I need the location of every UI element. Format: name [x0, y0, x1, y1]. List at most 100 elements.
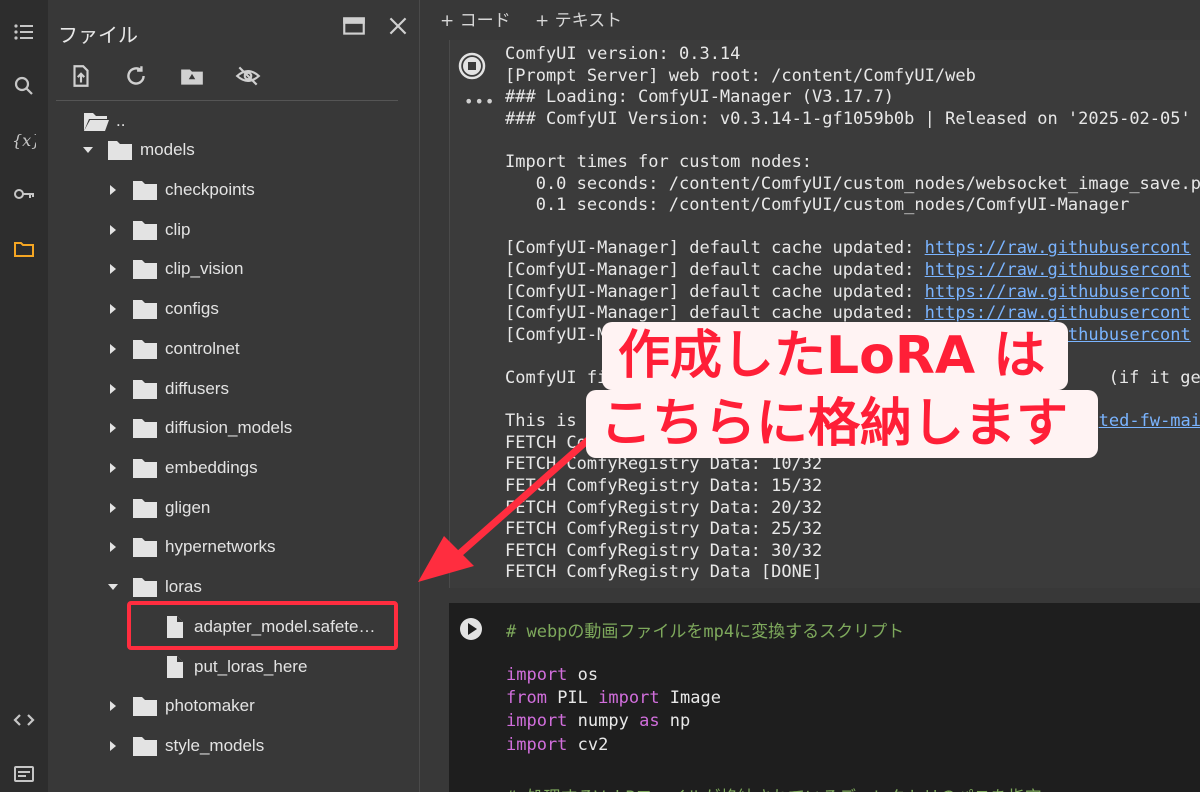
- hide-files-icon[interactable]: [232, 60, 264, 92]
- refresh-icon[interactable]: [120, 60, 152, 92]
- caret-right-icon[interactable]: [105, 698, 121, 714]
- output-line: FETCH Co: [505, 433, 587, 453]
- output-text: [ComfyUI-Manager] default cache updated:: [505, 303, 925, 324]
- activity-rail: {x}: [0, 0, 48, 792]
- stop-icon[interactable]: [457, 51, 487, 81]
- tree-item-label: ..: [116, 111, 126, 130]
- panel-title: ファイル: [58, 23, 138, 47]
- output-line: FETCH ComfyRegistry Data [DONE]: [505, 562, 822, 582]
- tree-item-parent[interactable]: ..: [82, 105, 125, 137]
- output-text: [ComfyUI-Manager] default cache updated:: [505, 238, 925, 259]
- output-line: ComfyUI version: 0.3.14: [505, 44, 740, 64]
- add-text-button[interactable]: + テキスト: [535, 6, 622, 31]
- add-code-button[interactable]: + コード: [440, 6, 511, 31]
- output-text: 0.1 seconds: /content/ComfyUI/custom_nod…: [505, 195, 1130, 216]
- output-link[interactable]: https://raw.githubusercont: [925, 303, 1191, 323]
- tree-item-put-loras-here[interactable]: put_loras_here: [160, 651, 307, 683]
- code-text: cv2: [567, 735, 609, 755]
- caret-right-icon[interactable]: [105, 738, 121, 754]
- tree-item-label: clip_vision: [165, 259, 244, 279]
- command-palette-icon[interactable]: [8, 758, 40, 790]
- tree-item-photomaker[interactable]: photomaker: [105, 690, 255, 722]
- code-line: from PIL import Image: [506, 688, 721, 708]
- output-line: FETCH ComfyRegistry Data: 15/32: [505, 476, 822, 496]
- output-link[interactable]: https://raw.githubusercont: [925, 238, 1191, 258]
- folder-icon: [131, 257, 159, 281]
- keyword: import: [506, 665, 568, 685]
- tree-item-clip[interactable]: clip: [105, 214, 191, 246]
- upload-icon[interactable]: [65, 60, 97, 92]
- variables-icon[interactable]: {x}: [8, 124, 40, 156]
- caret-down-icon[interactable]: [80, 142, 96, 158]
- output-link[interactable]: https://raw.githubusercont: [925, 260, 1191, 280]
- keyword: from: [506, 688, 547, 708]
- caret-right-icon[interactable]: [105, 301, 121, 317]
- output-text: [Prompt Server] web root: /content/Comfy…: [505, 65, 976, 86]
- output-text: FETCH Co: [505, 432, 587, 453]
- toc-icon[interactable]: [8, 16, 40, 48]
- tree-item-hypernetworks[interactable]: hypernetworks: [105, 531, 276, 563]
- caret-right-icon[interactable]: [105, 500, 121, 516]
- output-text: [ComfyUI-Manager] default cache updated:: [505, 281, 925, 302]
- tree-item-controlnet[interactable]: controlnet: [105, 333, 240, 365]
- code-snippets-icon[interactable]: [8, 704, 40, 736]
- folder-icon: [131, 694, 159, 718]
- caret-right-icon[interactable]: [105, 381, 121, 397]
- code-text: PIL: [546, 688, 599, 708]
- tree-item-label: diffusers: [165, 378, 229, 398]
- tree-item-diffusion-models[interactable]: diffusion_models: [105, 412, 292, 444]
- output-text: Import times for custom nodes:: [505, 152, 813, 172]
- search-icon[interactable]: [8, 70, 40, 102]
- output-line: FETCH ComfyRegistry Data: 25/32: [505, 519, 822, 539]
- code-cell[interactable]: # webpの動画ファイルをmp4に変換するスクリプト import os fr…: [449, 603, 1200, 792]
- caret-right-icon[interactable]: [105, 182, 121, 198]
- open-in-window-icon[interactable]: [338, 10, 370, 42]
- tree-item-models[interactable]: models: [80, 134, 195, 166]
- caret-right-icon[interactable]: [105, 420, 121, 436]
- output-line: [ComfyUI-Manager] default cache updated:…: [505, 303, 1191, 323]
- tree-item-configs[interactable]: configs: [105, 293, 219, 325]
- caret-right-icon[interactable]: [105, 341, 121, 357]
- mount-drive-icon[interactable]: [176, 60, 208, 92]
- tree-item-style-models[interactable]: style_models: [105, 730, 264, 762]
- tree-item-checkpoints[interactable]: checkpoints: [105, 174, 255, 206]
- folder-icon[interactable]: [8, 233, 40, 265]
- run-icon[interactable]: [459, 617, 483, 641]
- key-icon[interactable]: [8, 178, 40, 210]
- caret-right-icon[interactable]: [105, 460, 121, 476]
- output-text: ### ComfyUI Version: v0.3.14-1-gf1059b0b…: [505, 108, 1191, 129]
- folder-icon: [131, 337, 159, 361]
- tree-item-gligen[interactable]: gligen: [105, 492, 210, 524]
- folder-icon: [131, 575, 159, 599]
- close-icon[interactable]: [382, 10, 414, 42]
- more-options-icon[interactable]: •••: [464, 92, 495, 111]
- caret-right-icon[interactable]: [105, 261, 121, 277]
- output-text: FETCH ComfyRegistry Data: 25/32: [505, 519, 823, 540]
- output-text: 0.0 seconds: /content/ComfyUI/custom_nod…: [505, 173, 1200, 194]
- output-link[interactable]: ted-fw-mai: [1099, 411, 1200, 431]
- caret-down-icon[interactable]: [105, 579, 121, 595]
- caret-right-icon[interactable]: [105, 539, 121, 555]
- svg-text:{x}: {x}: [12, 131, 36, 150]
- file-icon: [160, 655, 188, 679]
- tree-item-diffusers[interactable]: diffusers: [105, 373, 229, 405]
- caret-right-icon[interactable]: [105, 222, 121, 238]
- code-text: numpy: [567, 711, 640, 731]
- folder-icon: [131, 496, 159, 520]
- tree-item-embeddings[interactable]: embeddings: [105, 452, 258, 484]
- output-text: FETCH ComfyRegistry Data: 30/32: [505, 540, 823, 561]
- tree-item-label: loras: [165, 577, 202, 596]
- folder-icon: [131, 297, 159, 321]
- output-link[interactable]: https://raw.githubusercont: [925, 282, 1191, 302]
- output-line: FETCH ComfyRegistry Data: 30/32: [505, 541, 822, 561]
- tree-item-label: style_models: [165, 736, 265, 755]
- output-line: ### ComfyUI Version: v0.3.14-1-gf1059b0b…: [505, 109, 1191, 129]
- output-line: ### Loading: ComfyUI-Manager (V3.17.7): [505, 87, 894, 107]
- output-line: FETCH ComfyRegistry Data: 20/32: [505, 498, 822, 518]
- folder-icon: [131, 535, 159, 559]
- tree-item-label: diffusion_models: [165, 418, 293, 438]
- folder-open-icon: [82, 109, 110, 133]
- tree-item-loras[interactable]: loras: [105, 571, 202, 603]
- code-comment: # 処理するWebPファイルが格納されているディレクトリのパスを指定: [506, 783, 1042, 792]
- tree-item-clip-vision[interactable]: clip_vision: [105, 253, 243, 285]
